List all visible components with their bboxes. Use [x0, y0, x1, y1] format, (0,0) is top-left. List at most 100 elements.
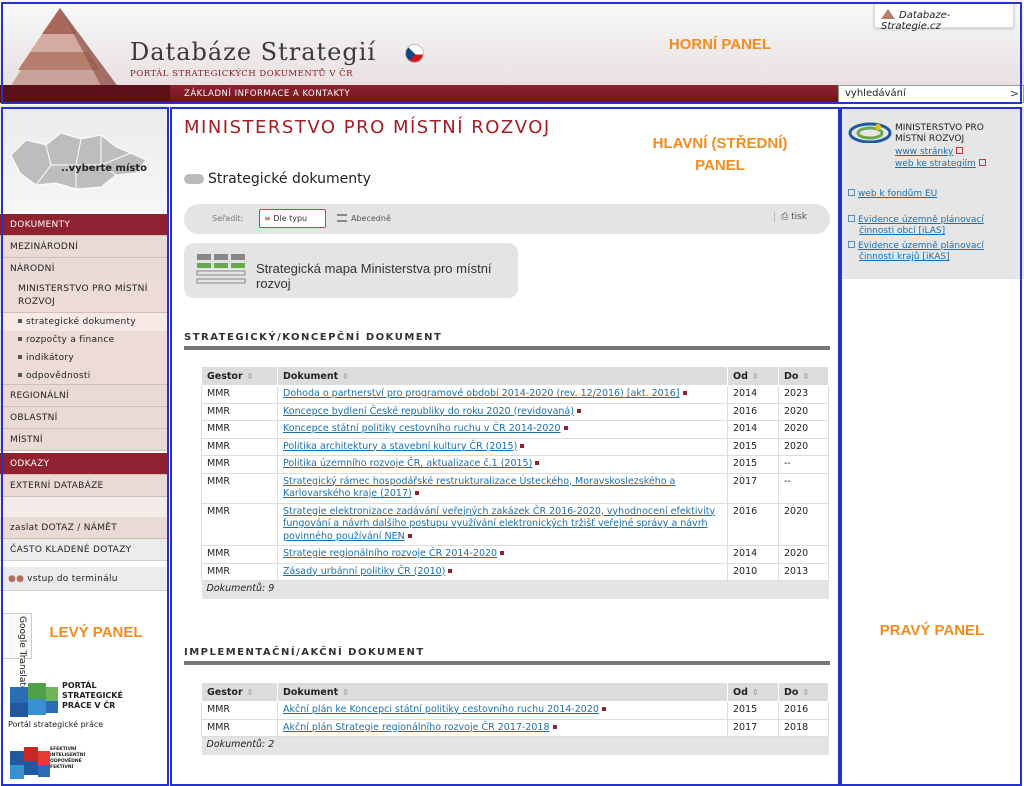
print-button[interactable]: ⎙ tisk — [774, 212, 807, 222]
www-link[interactable]: www stránky — [895, 147, 964, 158]
col-gestor[interactable]: Gestor ⇳ — [201, 682, 278, 702]
implementation-table: Gestor ⇳ Dokument ⇳ Od ⇳ Do ⇳ MMR Akční plán … — [201, 682, 829, 755]
cell-od: 2015 — [727, 701, 779, 720]
mmr-logo-icon[interactable] — [848, 121, 892, 143]
cell-gestor: MMR — [201, 472, 278, 504]
strategic-tbody: MMR Dohoda o partnerství pro programové o… — [201, 385, 829, 599]
menu-strategicke-dokumenty[interactable]: strategické dokumenty — [0, 313, 168, 331]
main-panel: MINISTERSTVO PRO MÍSTNÍ ROZVOJ Strategic… — [170, 105, 838, 786]
page-title: MINISTERSTVO PRO MÍSTNÍ ROZVOJ — [184, 117, 551, 138]
document-link[interactable]: Strategie regionálního rozvoje ČR 2014-2… — [283, 548, 497, 559]
menu-regionalni[interactable]: REGIONÁLNÍ — [0, 385, 168, 407]
col-label: Od — [733, 686, 748, 698]
table-row: MMR Akční plán ke Koncepci státní politik… — [201, 701, 829, 720]
cell-gestor: MMR — [201, 455, 278, 474]
menu-dokumenty[interactable]: DOKUMENTY — [0, 214, 168, 236]
site-title[interactable]: Databáze Strategií — [130, 38, 376, 66]
document-link[interactable]: Politika architektury a stavební kultury… — [283, 441, 517, 452]
cell-gestor: MMR — [201, 701, 278, 720]
menu-dotaz[interactable]: zaslat DOTAZ / NÁMĚT — [0, 517, 168, 539]
cell-do: 2020 — [778, 402, 829, 421]
eu-funds-label: web k fondům EU — [858, 189, 938, 199]
search-input[interactable]: vyhledávání > — [838, 85, 1024, 103]
document-link[interactable]: Koncepce bydlení České republiky do roku… — [283, 406, 574, 417]
menu-terminal[interactable]: ●● vstup do terminálu — [0, 567, 168, 591]
menu-faq[interactable]: ČASTO KLADENÉ DOTAZY — [0, 539, 168, 561]
cell-dokument: Strategie elektronizace zadávání veřejný… — [277, 502, 728, 546]
sort-by-type-button[interactable]: ≡ Dle typu — [259, 209, 326, 228]
menu-rozpocty[interactable]: rozpočty a finance — [0, 331, 168, 349]
table-row: MMR Politika architektury a stavební kult… — [201, 437, 829, 456]
table-footer-row: Dokumentů: 2 — [201, 736, 829, 755]
site-link[interactable]: Databaze-Strategie.cz — [874, 2, 1014, 32]
cell-do: 2020 — [778, 420, 829, 439]
table-header-row: Gestor ⇳ Dokument ⇳ Od ⇳ Do ⇳ — [201, 366, 829, 386]
region-map-label: ..vyberte místo — [61, 163, 148, 174]
label-left-panel: LEVÝ PANEL — [49, 624, 143, 641]
toggle-icon[interactable] — [184, 174, 204, 184]
top-panel: Databáze Strategií PORTÁL STRATEGICKÝCH … — [0, 0, 1024, 103]
bullet-icon — [18, 355, 22, 359]
document-link[interactable]: Dohoda o partnerství pro programové obdo… — [283, 388, 680, 399]
menu-mistni[interactable]: MÍSTNÍ — [0, 429, 168, 451]
menu-mezinarodni[interactable]: MEZINÁRODNÍ — [0, 236, 168, 258]
document-link[interactable]: Zásady urbánní politiky ČR (2010) — [283, 566, 445, 577]
external-link-icon — [848, 215, 855, 222]
col-od[interactable]: Od ⇳ — [727, 682, 779, 702]
nav-item-basic-info[interactable]: ZÁKLADNÍ INFORMACE A KONTAKTY — [184, 89, 350, 99]
table-row: MMR Politika územního rozvoje ČR, aktuali… — [201, 455, 829, 474]
section-title-label: Strategické dokumenty — [208, 171, 371, 187]
external-link-icon — [956, 147, 964, 154]
document-marker-icon — [563, 426, 568, 430]
bullet-icon — [18, 337, 22, 341]
strategy-web-link[interactable]: web ke strategiím — [895, 159, 986, 170]
menu-oblastni[interactable]: OBLASTNÍ — [0, 407, 168, 429]
section-title[interactable]: Strategické dokumenty — [184, 171, 371, 187]
strategic-map-button[interactable]: Strategická mapa Ministerstva pro místní… — [184, 243, 518, 298]
col-dokument[interactable]: Dokument ⇳ — [277, 366, 728, 386]
portal-name: PORTÁL STRATEGICKÉ PRÁCE V ČR — [62, 681, 123, 711]
cell-gestor: MMR — [201, 402, 278, 421]
document-link[interactable]: Strategie elektronizace zadávání veřejný… — [283, 506, 715, 542]
sort-icon: ⇳ — [342, 687, 349, 697]
ilas-link[interactable]: Evidence územně plánovací činnosti obcí … — [848, 215, 984, 237]
ikas-link[interactable]: Evidence územně plánovací činnosti krajů… — [848, 241, 984, 263]
menu-indikatory[interactable]: indikátory — [0, 349, 168, 367]
cell-do: 2018 — [778, 718, 829, 737]
col-do[interactable]: Do ⇳ — [778, 682, 829, 702]
cell-od: 2017 — [727, 472, 779, 504]
document-link[interactable]: Koncepce státní politiky cestovního ruch… — [283, 423, 561, 434]
menu-narodni[interactable]: NÁRODNÍ — [0, 258, 168, 280]
document-link[interactable]: Politika územního rozvoje ČR, aktualizac… — [283, 458, 532, 469]
col-gestor[interactable]: Gestor ⇳ — [201, 366, 278, 386]
eu-funds-link[interactable]: web k fondům EU — [848, 189, 937, 200]
menu-mmr[interactable]: MINISTERSTVO PRO MÍSTNÍ ROZVOJ — [0, 280, 168, 313]
bullet-icon — [18, 319, 22, 323]
document-link[interactable]: Strategický rámec hospodářské restruktur… — [283, 476, 675, 500]
efektivni-cube-logo-icon[interactable] — [8, 743, 52, 783]
menu-terminal-label: vstup do terminálu — [27, 574, 118, 584]
menu-odkazy[interactable]: ODKAZY — [0, 453, 168, 475]
sort-alpha-button[interactable]: Abecedně — [337, 214, 391, 223]
left-panel: ..vyberte místo DOKUMENTY MEZINÁRODNÍ NÁ… — [0, 105, 168, 786]
col-do[interactable]: Do ⇳ — [778, 366, 829, 386]
col-label: Od — [733, 370, 748, 382]
search-value: vyhledávání — [845, 88, 906, 99]
col-od[interactable]: Od ⇳ — [727, 366, 779, 386]
search-submit-button[interactable]: > — [1010, 87, 1019, 100]
document-marker-icon — [448, 568, 453, 573]
col-dokument[interactable]: Dokument ⇳ — [277, 682, 728, 702]
document-link[interactable]: Akční plán Strategie regionálního rozvoj… — [283, 722, 550, 733]
cell-gestor: MMR — [201, 502, 278, 546]
cell-do: -- — [778, 455, 829, 474]
region-map[interactable]: ..vyberte místo — [0, 105, 168, 213]
menu-odpovednosti[interactable]: odpovědnosti — [0, 367, 168, 385]
menu-externi-databaze[interactable]: EXTERNÍ DATABÁZE — [0, 475, 168, 497]
cube2-line: FEKTIVNÍ — [50, 765, 74, 770]
table-row: MMR Dohoda o partnerství pro programové o… — [201, 385, 829, 404]
external-link-icon — [848, 189, 855, 196]
google-translate-button[interactable]: Google Translate — [2, 613, 32, 691]
document-link[interactable]: Akční plán ke Koncepci státní politiky c… — [283, 704, 599, 715]
portal-cube-logo-icon[interactable] — [8, 677, 60, 719]
document-marker-icon — [414, 491, 419, 495]
